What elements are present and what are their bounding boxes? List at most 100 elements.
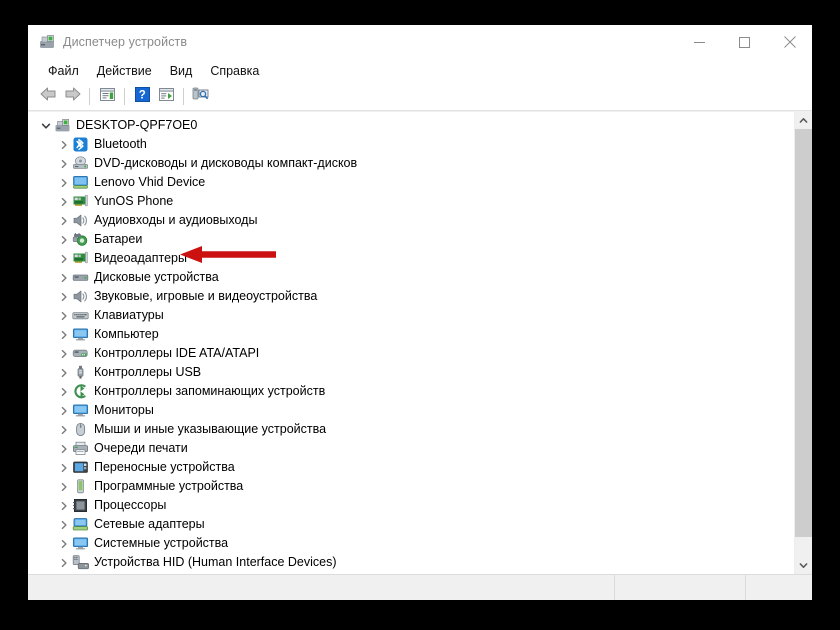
tree-item-label: Контроллеры USB	[94, 365, 202, 379]
chevron-right-icon[interactable]	[56, 401, 72, 420]
toolbar-separator	[124, 88, 125, 105]
chevron-right-icon[interactable]	[56, 458, 72, 477]
properties-button[interactable]	[95, 85, 119, 108]
forward-icon	[63, 86, 82, 107]
tree-item-label: Батареи	[94, 232, 143, 246]
back-button[interactable]	[36, 85, 60, 108]
help-button[interactable]: ?	[130, 85, 154, 108]
window-title: Диспетчер устройств	[63, 35, 188, 49]
portable-device-icon	[72, 459, 89, 476]
tree-row-dvd-drives[interactable]: DVD-дисководы и дисководы компакт-дисков	[28, 154, 794, 173]
chevron-right-icon[interactable]	[56, 154, 72, 173]
chevron-right-icon[interactable]	[56, 420, 72, 439]
scroll-track[interactable]	[795, 129, 812, 557]
video-adapter-icon	[72, 193, 89, 210]
minimize-button[interactable]	[677, 25, 722, 59]
device-tree[interactable]: DESKTOP-QPF7OE0 Bluetooth DVD-дисководы …	[28, 112, 794, 574]
chevron-right-icon[interactable]	[56, 439, 72, 458]
chevron-right-icon[interactable]	[56, 553, 72, 572]
tree-row-batteries[interactable]: Батареи	[28, 230, 794, 249]
vertical-scrollbar[interactable]	[794, 112, 812, 574]
tree-item-label: DVD-дисководы и дисководы компакт-дисков	[94, 156, 358, 170]
monitor-icon	[72, 326, 89, 343]
chevron-right-icon[interactable]	[56, 287, 72, 306]
chevron-right-icon[interactable]	[56, 192, 72, 211]
chevron-right-icon[interactable]	[56, 211, 72, 230]
maximize-button[interactable]	[722, 25, 767, 59]
tree-row-disk-devices[interactable]: Дисковые устройства	[28, 268, 794, 287]
tree-row-video-adapters[interactable]: Видеоадаптеры	[28, 249, 794, 268]
tree-item-label: Сетевые адаптеры	[94, 517, 205, 531]
tree-row-portable-devices[interactable]: Переносные устройства	[28, 458, 794, 477]
scan-hardware-changes-button[interactable]	[189, 85, 213, 108]
help-icon: ?	[134, 86, 150, 107]
status-pane-tertiary	[745, 575, 812, 600]
tree-item-label: Мыши и иные указывающие устройства	[94, 422, 327, 436]
chevron-right-icon[interactable]	[56, 363, 72, 382]
update-driver-button[interactable]	[154, 85, 178, 108]
tree-item-label: Переносные устройства	[94, 460, 235, 474]
tree-row-storage-controllers[interactable]: Контроллеры запоминающих устройств	[28, 382, 794, 401]
tree-row-usb-controllers[interactable]: Контроллеры USB	[28, 363, 794, 382]
tree-row-ide-controllers[interactable]: Контроллеры IDE ATA/ATAPI	[28, 344, 794, 363]
tree-row-lenovo-vhid[interactable]: Lenovo Vhid Device	[28, 173, 794, 192]
scroll-thumb[interactable]	[795, 129, 812, 537]
menu-file[interactable]: Файл	[39, 62, 88, 80]
scroll-down-button[interactable]	[795, 557, 812, 574]
status-pane-secondary	[614, 575, 745, 600]
tree-item-label: Контроллеры IDE ATA/ATAPI	[94, 346, 260, 360]
tree-row-monitors[interactable]: Мониторы	[28, 401, 794, 420]
printer-icon	[72, 440, 89, 457]
close-button[interactable]	[767, 25, 812, 59]
chevron-right-icon[interactable]	[56, 515, 72, 534]
scroll-up-button[interactable]	[795, 112, 812, 129]
chevron-right-icon[interactable]	[56, 325, 72, 344]
tree-row-computer[interactable]: Компьютер	[28, 325, 794, 344]
tree-item-label: Устройства безопасности	[94, 572, 242, 574]
chevron-down-icon[interactable]	[38, 116, 54, 135]
toolbar-separator	[183, 88, 184, 105]
battery-plug-icon	[72, 231, 89, 248]
tree-row-processors[interactable]: Процессоры	[28, 496, 794, 515]
chevron-right-icon[interactable]	[56, 135, 72, 154]
chevron-down-icon	[799, 563, 808, 568]
chevron-right-icon[interactable]	[56, 249, 72, 268]
device-manager-window: Диспетчер устройств Файл Действие Вид Сп…	[28, 25, 812, 600]
tree-row-yunos-phone[interactable]: YunOS Phone	[28, 192, 794, 211]
tree-row-keyboards[interactable]: Клавиатуры	[28, 306, 794, 325]
tree-row-software-devices[interactable]: Программные устройства	[28, 477, 794, 496]
forward-button[interactable]	[60, 85, 84, 108]
chevron-right-icon[interactable]	[56, 306, 72, 325]
tree-row-network-adapters[interactable]: Сетевые адаптеры	[28, 515, 794, 534]
chevron-right-icon[interactable]	[56, 534, 72, 553]
tree-row-security-devices[interactable]: Устройства безопасности	[28, 572, 794, 574]
menu-bar: Файл Действие Вид Справка	[28, 59, 812, 83]
chevron-up-icon	[799, 118, 808, 123]
menu-action[interactable]: Действие	[88, 62, 161, 80]
tree-row-bluetooth[interactable]: Bluetooth	[28, 135, 794, 154]
tree-row-print-queues[interactable]: Очереди печати	[28, 439, 794, 458]
chevron-right-icon[interactable]	[56, 230, 72, 249]
chevron-right-icon[interactable]	[56, 477, 72, 496]
desktop-background: Диспетчер устройств Файл Действие Вид Сп…	[0, 0, 840, 630]
monitor-icon	[72, 402, 89, 419]
tree-row-hid-devices[interactable]: Устройства HID (Human Interface Devices)	[28, 553, 794, 572]
speaker-icon	[72, 212, 89, 229]
tree-row-system-devices[interactable]: Системные устройства	[28, 534, 794, 553]
tree-item-label: Системные устройства	[94, 536, 229, 550]
chevron-right-icon[interactable]	[56, 173, 72, 192]
tree-row-audio-io[interactable]: Аудиовходы и аудиовыходы	[28, 211, 794, 230]
hid-device-icon	[72, 554, 89, 571]
tree-row-mice[interactable]: Мыши и иные указывающие устройства	[28, 420, 794, 439]
menu-view[interactable]: Вид	[161, 62, 202, 80]
chevron-right-icon[interactable]	[56, 344, 72, 363]
svg-text:?: ?	[138, 89, 145, 101]
chevron-right-icon[interactable]	[56, 268, 72, 287]
chevron-right-icon[interactable]	[56, 572, 72, 574]
tree-root-label: DESKTOP-QPF7OE0	[76, 118, 198, 132]
chevron-right-icon[interactable]	[56, 382, 72, 401]
chevron-right-icon[interactable]	[56, 496, 72, 515]
menu-help[interactable]: Справка	[201, 62, 268, 80]
tree-row-root[interactable]: DESKTOP-QPF7OE0	[28, 116, 794, 135]
tree-row-sound-video-game[interactable]: Звуковые, игровые и видеоустройства	[28, 287, 794, 306]
